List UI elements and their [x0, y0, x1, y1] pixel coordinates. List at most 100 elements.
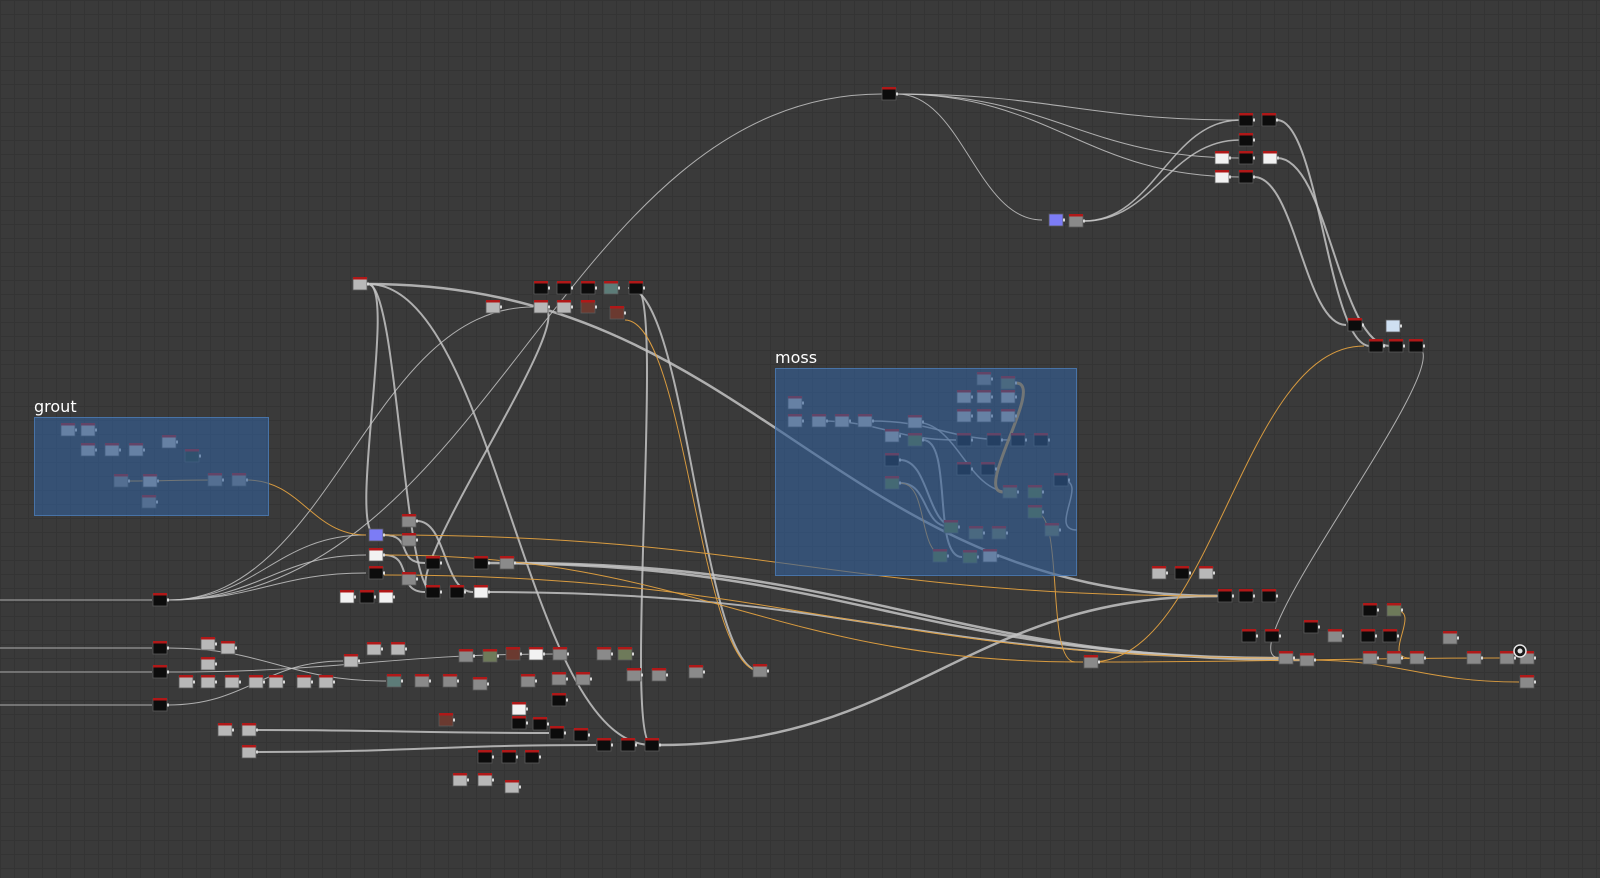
graph-node[interactable] [1362, 603, 1379, 617]
node-output-port[interactable] [641, 673, 643, 677]
graph-node[interactable] [241, 745, 258, 759]
node-output-port[interactable] [635, 743, 637, 747]
graph-node[interactable] [343, 654, 360, 668]
node-output-port[interactable] [1375, 634, 1377, 638]
graph-node[interactable] [1238, 113, 1255, 127]
graph-node[interactable] [368, 528, 385, 542]
node-output-port[interactable] [1401, 608, 1403, 612]
node-output-port[interactable] [1253, 175, 1255, 179]
node-output-port[interactable] [590, 677, 592, 681]
graph-node[interactable] [505, 647, 522, 661]
graph-node[interactable] [1347, 318, 1364, 332]
graph-node[interactable] [603, 281, 620, 295]
graph-node[interactable] [1261, 113, 1278, 127]
node-output-port[interactable] [500, 305, 502, 309]
node-output-port[interactable] [566, 677, 568, 681]
graph-node[interactable] [152, 641, 169, 655]
graph-node[interactable] [368, 548, 385, 562]
node-output-port[interactable] [1253, 138, 1255, 142]
node-output-port[interactable] [595, 305, 597, 309]
graph-node[interactable] [438, 713, 455, 727]
node-output-port[interactable] [453, 718, 455, 722]
node-output-port[interactable] [1229, 175, 1231, 179]
node-output-port[interactable] [767, 669, 769, 673]
frame-grout[interactable] [34, 417, 269, 516]
node-output-port[interactable] [514, 561, 516, 565]
node-output-port[interactable] [618, 286, 620, 290]
node-output-port[interactable] [492, 755, 494, 759]
graph-node[interactable] [220, 641, 237, 655]
node-output-port[interactable] [539, 755, 541, 759]
node-output-port[interactable] [416, 577, 418, 581]
node-output-port[interactable] [548, 305, 550, 309]
node-output-port[interactable] [1276, 118, 1278, 122]
graph-node[interactable] [152, 665, 169, 679]
graph-node[interactable] [1151, 566, 1168, 580]
graph-node[interactable] [473, 585, 490, 599]
node-output-port[interactable] [488, 590, 490, 594]
node-output-port[interactable] [374, 595, 376, 599]
node-output-port[interactable] [492, 778, 494, 782]
graph-node[interactable] [524, 750, 541, 764]
graph-node[interactable] [752, 664, 769, 678]
graph-node[interactable] [458, 649, 475, 663]
node-output-port[interactable] [703, 670, 705, 674]
node-output-port[interactable] [666, 673, 668, 677]
node-output-port[interactable] [333, 680, 335, 684]
graph-node[interactable] [1238, 133, 1255, 147]
node-output-port[interactable] [1383, 344, 1385, 348]
graph-node[interactable] [688, 665, 705, 679]
node-output-port[interactable] [1534, 680, 1536, 684]
graph-node[interactable] [1360, 629, 1377, 643]
graph-node[interactable] [556, 300, 573, 314]
graph-node[interactable] [200, 675, 217, 689]
node-output-port[interactable] [519, 785, 521, 789]
node-output-port[interactable] [383, 533, 385, 537]
graph-node[interactable] [596, 647, 613, 661]
graph-node[interactable] [359, 590, 376, 604]
node-output-port[interactable] [367, 282, 369, 286]
node-output-port[interactable] [1481, 656, 1483, 660]
node-output-port[interactable] [1401, 656, 1403, 660]
node-output-port[interactable] [1063, 218, 1065, 222]
graph-node[interactable] [596, 738, 613, 752]
graph-node[interactable] [224, 675, 241, 689]
node-output-port[interactable] [632, 652, 634, 656]
graph-node[interactable] [378, 590, 395, 604]
graph-node[interactable] [1362, 651, 1379, 665]
graph-node[interactable] [1408, 339, 1425, 353]
graph-node[interactable] [152, 698, 169, 712]
node-output-port[interactable] [381, 647, 383, 651]
graph-node[interactable] [556, 281, 573, 295]
node-output-port[interactable] [464, 590, 466, 594]
graph-node[interactable] [1174, 566, 1191, 580]
node-output-port[interactable] [235, 646, 237, 650]
node-output-port[interactable] [467, 778, 469, 782]
graph-node[interactable] [1048, 213, 1065, 227]
node-output-port[interactable] [896, 92, 898, 96]
graph-node[interactable] [651, 668, 668, 682]
graph-node[interactable] [1214, 170, 1231, 184]
graph-node[interactable] [425, 585, 442, 599]
node-output-port[interactable] [1253, 156, 1255, 160]
node-output-port[interactable] [1424, 656, 1426, 660]
node-output-port[interactable] [215, 680, 217, 684]
graph-node[interactable] [339, 590, 356, 604]
graph-node[interactable] [580, 281, 597, 295]
graph-node[interactable] [1327, 629, 1344, 643]
graph-node[interactable] [452, 773, 469, 787]
graph-node[interactable] [318, 675, 335, 689]
graph-node[interactable] [575, 672, 592, 686]
node-output-port[interactable] [588, 733, 590, 737]
node-output-port[interactable] [1166, 571, 1168, 575]
node-output-port[interactable] [1083, 219, 1085, 223]
node-output-port[interactable] [405, 647, 407, 651]
graph-node[interactable] [241, 723, 258, 737]
graph-node[interactable] [644, 738, 661, 752]
graph-node[interactable] [473, 556, 490, 570]
graph-node[interactable] [520, 674, 537, 688]
graph-node[interactable] [200, 637, 217, 651]
graph-node[interactable] [881, 87, 898, 101]
node-output-port[interactable] [547, 722, 549, 726]
graph-node[interactable] [1368, 339, 1385, 353]
